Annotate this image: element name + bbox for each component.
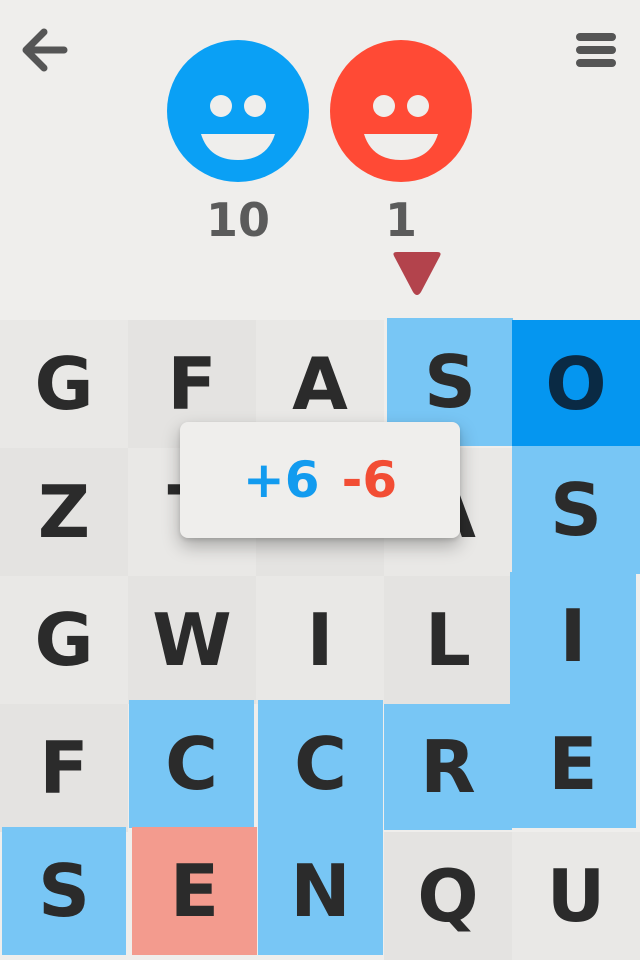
tile-letter: S — [550, 468, 602, 552]
tile-letter: I — [559, 594, 587, 678]
red-player-avatar — [330, 40, 472, 182]
red-player-score: 1 — [384, 193, 417, 247]
score-change-popup: +6 -6 — [180, 422, 460, 538]
tile-letter: Z — [37, 470, 91, 554]
board-tile[interactable]: L — [384, 576, 512, 704]
board-tile[interactable]: I — [510, 572, 636, 700]
tile-letter: S — [424, 340, 476, 424]
board-tile[interactable]: G — [0, 320, 128, 448]
tile-letter: Q — [417, 854, 479, 938]
tile-letter: L — [425, 598, 471, 682]
tile-letter: R — [420, 725, 476, 809]
game-header: 10 1 — [0, 0, 640, 320]
tile-letter: I — [306, 598, 334, 682]
smiley-face-icon — [201, 95, 275, 160]
hamburger-menu-icon — [576, 33, 616, 67]
letter-board: G F A S O Z T A S G W I L I F C C R E S … — [0, 318, 640, 960]
tile-letter: A — [292, 342, 348, 426]
board-tile[interactable]: I — [256, 576, 384, 704]
tile-letter: U — [546, 854, 606, 938]
board-tile[interactable]: Q — [384, 832, 512, 960]
board-tile[interactable]: C — [258, 700, 383, 828]
tile-letter: F — [167, 342, 217, 426]
blue-player-score: 10 — [205, 193, 270, 247]
tile-letter: E — [548, 722, 598, 806]
board-tile[interactable]: G — [0, 576, 128, 704]
back-button[interactable] — [18, 26, 70, 74]
board-tile[interactable]: O — [512, 320, 640, 448]
tile-letter: S — [38, 849, 90, 933]
board-tile[interactable]: N — [258, 827, 383, 955]
board-tile[interactable]: W — [128, 576, 256, 704]
tile-letter: F — [39, 726, 89, 810]
blue-player-avatar — [167, 40, 309, 182]
tile-letter: C — [294, 722, 347, 806]
blue-player: 10 — [167, 40, 309, 248]
tile-letter: O — [545, 342, 607, 426]
tile-letter: N — [290, 849, 351, 933]
board-tile[interactable]: S — [2, 827, 126, 955]
tile-letter: G — [34, 598, 94, 682]
board-tile[interactable]: Z — [0, 448, 128, 576]
board-tile[interactable]: R — [384, 704, 512, 830]
board-tile[interactable]: S — [512, 446, 640, 574]
smiley-face-icon — [364, 95, 438, 160]
tile-letter: C — [165, 722, 218, 806]
tile-letter: E — [169, 849, 220, 933]
board-tile[interactable]: F — [0, 704, 128, 832]
board-tile[interactable]: U — [512, 832, 640, 960]
score-loss: -6 — [341, 451, 398, 509]
board-tile[interactable]: E — [510, 700, 636, 828]
board-tile[interactable]: C — [129, 700, 254, 828]
tile-letter: G — [34, 342, 94, 426]
turn-indicator-icon — [393, 252, 441, 295]
board-tile[interactable]: E — [132, 827, 257, 955]
red-player: 1 — [330, 40, 472, 248]
menu-button[interactable] — [574, 30, 618, 70]
arrow-left-icon — [22, 28, 68, 72]
score-gain: +6 — [242, 451, 320, 509]
tile-letter: W — [152, 598, 232, 682]
